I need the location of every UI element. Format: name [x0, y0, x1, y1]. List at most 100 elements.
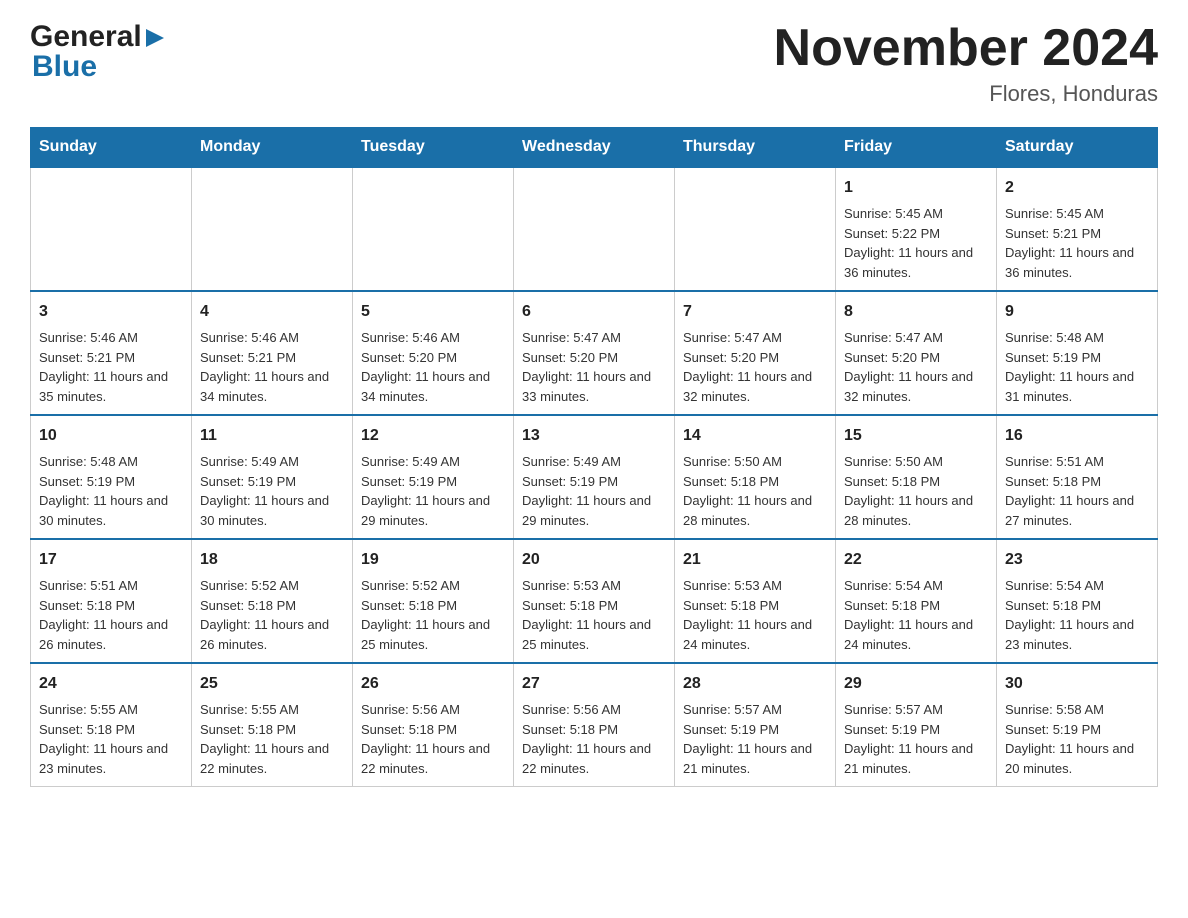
day-info: Sunrise: 5:48 AMSunset: 5:19 PMDaylight:…	[1005, 328, 1149, 406]
day-number: 26	[361, 672, 505, 696]
calendar-cell: 4 Sunrise: 5:46 AMSunset: 5:21 PMDaylight…	[192, 291, 353, 415]
col-wednesday: Wednesday	[514, 128, 675, 168]
day-number: 6	[522, 300, 666, 324]
calendar-cell: 27 Sunrise: 5:56 AMSunset: 5:18 PMDayligh…	[514, 663, 675, 787]
calendar-cell: 25 Sunrise: 5:55 AMSunset: 5:18 PMDayligh…	[192, 663, 353, 787]
day-number: 24	[39, 672, 183, 696]
day-info: Sunrise: 5:47 AMSunset: 5:20 PMDaylight:…	[683, 328, 827, 406]
calendar-cell	[192, 167, 353, 291]
day-number: 19	[361, 548, 505, 572]
day-info: Sunrise: 5:45 AMSunset: 5:22 PMDaylight:…	[844, 204, 988, 282]
calendar-cell: 18 Sunrise: 5:52 AMSunset: 5:18 PMDayligh…	[192, 539, 353, 663]
calendar-cell	[31, 167, 192, 291]
logo-blue-text: Blue	[32, 50, 97, 84]
page-header: General Blue November 2024 Flores, Hondu…	[30, 20, 1158, 107]
day-number: 15	[844, 424, 988, 448]
day-info: Sunrise: 5:56 AMSunset: 5:18 PMDaylight:…	[361, 700, 505, 778]
day-info: Sunrise: 5:46 AMSunset: 5:21 PMDaylight:…	[39, 328, 183, 406]
day-number: 17	[39, 548, 183, 572]
day-number: 14	[683, 424, 827, 448]
calendar-week-row: 17 Sunrise: 5:51 AMSunset: 5:18 PMDayligh…	[31, 539, 1158, 663]
col-sunday: Sunday	[31, 128, 192, 168]
day-info: Sunrise: 5:56 AMSunset: 5:18 PMDaylight:…	[522, 700, 666, 778]
day-info: Sunrise: 5:57 AMSunset: 5:19 PMDaylight:…	[683, 700, 827, 778]
col-friday: Friday	[836, 128, 997, 168]
day-number: 25	[200, 672, 344, 696]
day-info: Sunrise: 5:49 AMSunset: 5:19 PMDaylight:…	[522, 452, 666, 530]
day-number: 20	[522, 548, 666, 572]
day-info: Sunrise: 5:54 AMSunset: 5:18 PMDaylight:…	[844, 576, 988, 654]
calendar-cell: 26 Sunrise: 5:56 AMSunset: 5:18 PMDayligh…	[353, 663, 514, 787]
day-number: 2	[1005, 176, 1149, 200]
calendar-cell: 12 Sunrise: 5:49 AMSunset: 5:19 PMDayligh…	[353, 415, 514, 539]
calendar-cell: 30Sunrise: 5:58 AMSunset: 5:19 PMDayligh…	[997, 663, 1158, 787]
day-number: 12	[361, 424, 505, 448]
calendar-title: November 2024	[774, 20, 1158, 77]
calendar-cell: 21 Sunrise: 5:53 AMSunset: 5:18 PMDayligh…	[675, 539, 836, 663]
day-number: 11	[200, 424, 344, 448]
calendar-cell: 13 Sunrise: 5:49 AMSunset: 5:19 PMDayligh…	[514, 415, 675, 539]
day-number: 29	[844, 672, 988, 696]
calendar-cell: 23 Sunrise: 5:54 AMSunset: 5:18 PMDayligh…	[997, 539, 1158, 663]
calendar-cell: 2 Sunrise: 5:45 AMSunset: 5:21 PMDaylight…	[997, 167, 1158, 291]
day-number: 23	[1005, 548, 1149, 572]
calendar-header-row: Sunday Monday Tuesday Wednesday Thursday…	[31, 128, 1158, 168]
day-info: Sunrise: 5:48 AMSunset: 5:19 PMDaylight:…	[39, 452, 183, 530]
calendar-cell: 5Sunrise: 5:46 AMSunset: 5:20 PMDaylight…	[353, 291, 514, 415]
day-number: 4	[200, 300, 344, 324]
calendar-week-row: 3 Sunrise: 5:46 AMSunset: 5:21 PMDaylight…	[31, 291, 1158, 415]
day-info: Sunrise: 5:47 AMSunset: 5:20 PMDaylight:…	[844, 328, 988, 406]
day-info: Sunrise: 5:54 AMSunset: 5:18 PMDaylight:…	[1005, 576, 1149, 654]
day-info: Sunrise: 5:55 AMSunset: 5:18 PMDaylight:…	[200, 700, 344, 778]
day-number: 27	[522, 672, 666, 696]
day-info: Sunrise: 5:50 AMSunset: 5:18 PMDaylight:…	[683, 452, 827, 530]
calendar-cell: 15 Sunrise: 5:50 AMSunset: 5:18 PMDayligh…	[836, 415, 997, 539]
calendar-cell: 19 Sunrise: 5:52 AMSunset: 5:18 PMDayligh…	[353, 539, 514, 663]
calendar-cell: 7Sunrise: 5:47 AMSunset: 5:20 PMDaylight…	[675, 291, 836, 415]
day-info: Sunrise: 5:50 AMSunset: 5:18 PMDaylight:…	[844, 452, 988, 530]
calendar-week-row: 10 Sunrise: 5:48 AMSunset: 5:19 PMDayligh…	[31, 415, 1158, 539]
calendar-cell	[353, 167, 514, 291]
col-thursday: Thursday	[675, 128, 836, 168]
day-info: Sunrise: 5:49 AMSunset: 5:19 PMDaylight:…	[361, 452, 505, 530]
day-number: 16	[1005, 424, 1149, 448]
calendar-cell: 14 Sunrise: 5:50 AMSunset: 5:18 PMDayligh…	[675, 415, 836, 539]
day-number: 8	[844, 300, 988, 324]
day-info: Sunrise: 5:52 AMSunset: 5:18 PMDaylight:…	[200, 576, 344, 654]
calendar-cell: 9Sunrise: 5:48 AMSunset: 5:19 PMDaylight…	[997, 291, 1158, 415]
day-info: Sunrise: 5:51 AMSunset: 5:18 PMDaylight:…	[1005, 452, 1149, 530]
day-number: 21	[683, 548, 827, 572]
logo-general-text: General	[30, 20, 142, 54]
calendar-cell: 3 Sunrise: 5:46 AMSunset: 5:21 PMDaylight…	[31, 291, 192, 415]
day-info: Sunrise: 5:47 AMSunset: 5:20 PMDaylight:…	[522, 328, 666, 406]
calendar-cell: 10 Sunrise: 5:48 AMSunset: 5:19 PMDayligh…	[31, 415, 192, 539]
day-info: Sunrise: 5:52 AMSunset: 5:18 PMDaylight:…	[361, 576, 505, 654]
calendar-cell: 16 Sunrise: 5:51 AMSunset: 5:18 PMDayligh…	[997, 415, 1158, 539]
day-number: 18	[200, 548, 344, 572]
calendar-cell	[675, 167, 836, 291]
calendar-cell: 8 Sunrise: 5:47 AMSunset: 5:20 PMDaylight…	[836, 291, 997, 415]
day-info: Sunrise: 5:53 AMSunset: 5:18 PMDaylight:…	[522, 576, 666, 654]
calendar-cell: 1 Sunrise: 5:45 AMSunset: 5:22 PMDaylight…	[836, 167, 997, 291]
day-number: 28	[683, 672, 827, 696]
calendar-cell: 22Sunrise: 5:54 AMSunset: 5:18 PMDayligh…	[836, 539, 997, 663]
day-number: 3	[39, 300, 183, 324]
day-info: Sunrise: 5:45 AMSunset: 5:21 PMDaylight:…	[1005, 204, 1149, 282]
day-number: 10	[39, 424, 183, 448]
day-info: Sunrise: 5:58 AMSunset: 5:19 PMDaylight:…	[1005, 700, 1149, 778]
day-number: 1	[844, 176, 988, 200]
day-info: Sunrise: 5:49 AMSunset: 5:19 PMDaylight:…	[200, 452, 344, 530]
calendar-cell: 20 Sunrise: 5:53 AMSunset: 5:18 PMDayligh…	[514, 539, 675, 663]
day-info: Sunrise: 5:57 AMSunset: 5:19 PMDaylight:…	[844, 700, 988, 778]
logo-arrow-icon	[144, 27, 166, 49]
day-info: Sunrise: 5:53 AMSunset: 5:18 PMDaylight:…	[683, 576, 827, 654]
day-info: Sunrise: 5:46 AMSunset: 5:21 PMDaylight:…	[200, 328, 344, 406]
col-saturday: Saturday	[997, 128, 1158, 168]
title-section: November 2024 Flores, Honduras	[774, 20, 1158, 107]
day-info: Sunrise: 5:51 AMSunset: 5:18 PMDaylight:…	[39, 576, 183, 654]
col-monday: Monday	[192, 128, 353, 168]
calendar-cell: 29 Sunrise: 5:57 AMSunset: 5:19 PMDayligh…	[836, 663, 997, 787]
calendar-cell	[514, 167, 675, 291]
day-number: 13	[522, 424, 666, 448]
calendar-table: Sunday Monday Tuesday Wednesday Thursday…	[30, 127, 1158, 787]
